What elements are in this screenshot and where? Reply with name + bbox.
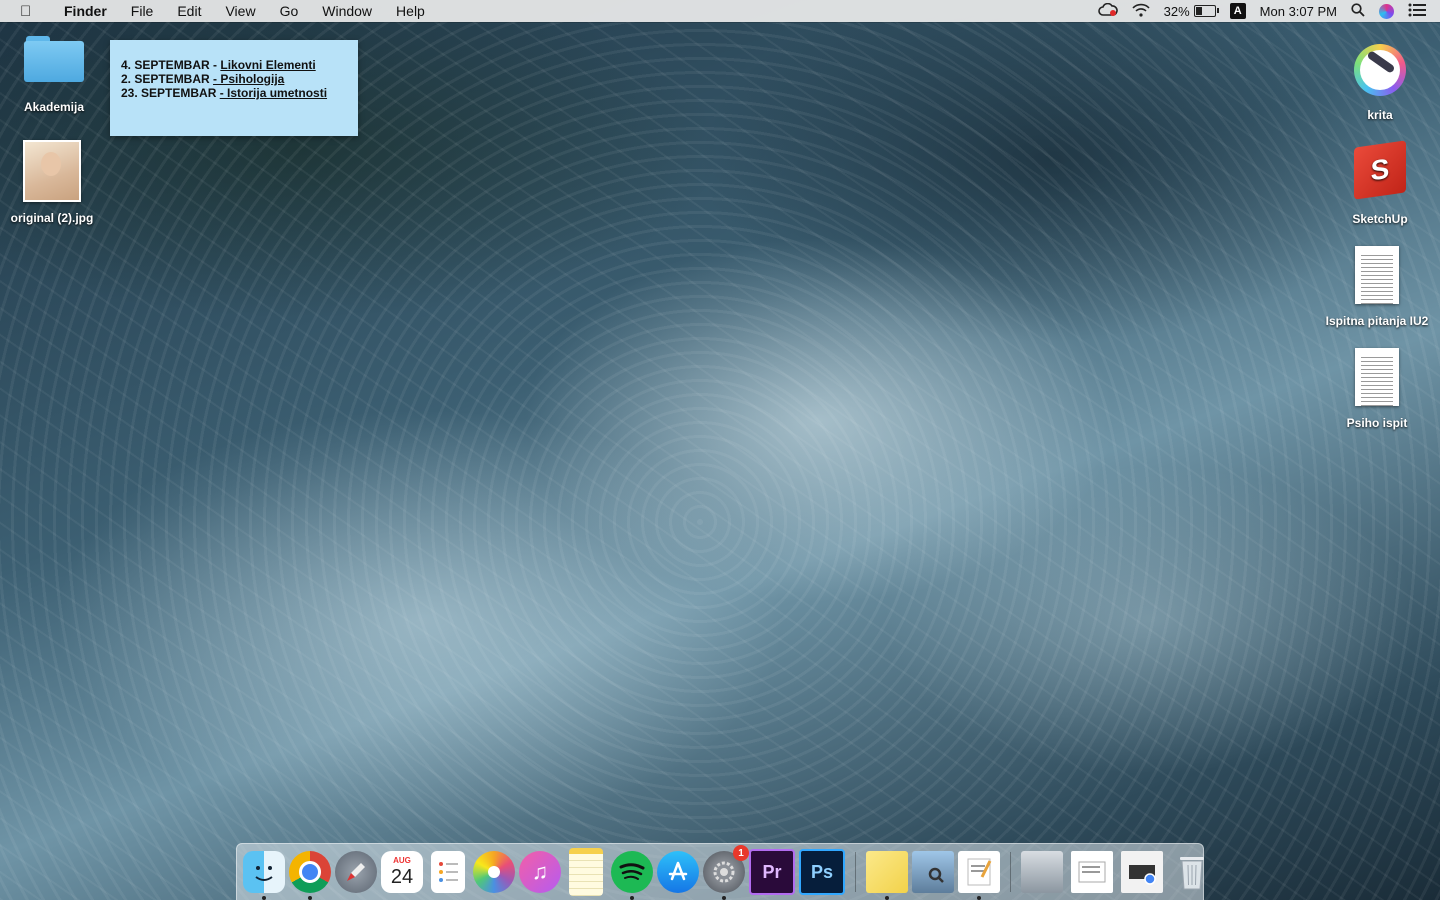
sticky-line: 23. SEPTEMBAR - Istorija umetnosti <box>121 86 328 100</box>
desktop-folder-akademija[interactable]: Akademija <box>14 36 94 114</box>
dock: AUG 24 ♫ 1 Pr Ps <box>236 843 1204 900</box>
premiere-pro-icon[interactable]: Pr <box>749 849 795 895</box>
menu-bar:  Finder File Edit View Go Window Help 3… <box>0 0 1440 22</box>
notification-center-icon[interactable] <box>1408 3 1426 20</box>
itunes-icon[interactable]: ♫ <box>519 851 561 893</box>
desktop-icon-label: SketchUp <box>1352 212 1408 226</box>
dock-separator <box>1010 852 1011 892</box>
wifi-icon[interactable] <box>1132 3 1150 20</box>
spotify-icon[interactable] <box>611 851 653 900</box>
app-store-icon[interactable] <box>657 851 699 893</box>
chrome-icon[interactable] <box>289 851 331 900</box>
reminders-icon[interactable] <box>431 851 465 893</box>
notes-icon[interactable] <box>569 848 603 896</box>
downloads-stack-icon[interactable] <box>1021 851 1063 893</box>
photoshop-icon[interactable]: Ps <box>799 849 845 895</box>
battery-icon <box>1193 5 1219 17</box>
app-menu-finder[interactable]: Finder <box>52 0 119 22</box>
spotlight-search-icon[interactable] <box>1351 2 1365 20</box>
sticky-line: 2. SEPTEMBAR - Psihologija <box>121 72 285 86</box>
menu-go[interactable]: Go <box>268 0 311 22</box>
system-preferences-icon[interactable]: 1 <box>703 845 749 900</box>
desktop-icon-label: Akademija <box>23 100 85 114</box>
battery-status[interactable]: 32% <box>1163 3 1219 19</box>
image-thumbnail <box>23 140 81 202</box>
input-source-icon[interactable]: A <box>1229 3 1246 19</box>
menu-help[interactable]: Help <box>384 0 437 22</box>
menu-file[interactable]: File <box>119 0 166 22</box>
menu-edit[interactable]: Edit <box>165 0 213 22</box>
desktop-app-sketchup[interactable]: SketchUp <box>1340 140 1420 226</box>
krita-icon <box>1354 44 1406 96</box>
desktop-icon-label: Ispitna pitanja IU2 <box>1325 314 1429 328</box>
recent-apps-stack-icon[interactable] <box>1121 851 1163 893</box>
photos-icon[interactable] <box>473 851 515 893</box>
document-icon <box>1355 348 1399 406</box>
battery-percent: 32% <box>1163 3 1190 19</box>
documents-stack-icon[interactable] <box>1071 851 1113 893</box>
folder-icon <box>24 36 84 82</box>
stickies-icon[interactable] <box>866 851 908 900</box>
calendar-month: AUG <box>393 856 411 865</box>
preview-icon[interactable] <box>912 851 954 893</box>
apple-menu-icon[interactable]:  <box>20 3 38 20</box>
sticky-line: 4. SEPTEMBAR - Likovni Elementi <box>121 58 316 72</box>
calendar-icon[interactable]: AUG 24 <box>381 851 423 893</box>
menu-view[interactable]: View <box>213 0 267 22</box>
creative-cloud-icon[interactable] <box>1097 2 1118 20</box>
dock-separator <box>855 852 856 892</box>
desktop-file-psiho-ispit[interactable]: Psiho ispit <box>1337 348 1417 430</box>
desktop-app-krita[interactable]: krita <box>1340 44 1420 122</box>
clock[interactable]: Mon 3:07 PM <box>1260 4 1337 19</box>
desktop-icon-label: krita <box>1367 108 1393 122</box>
calendar-day: 24 <box>390 866 414 888</box>
desktop-icon-label: Psiho ispit <box>1346 416 1408 430</box>
finder-icon[interactable] <box>243 851 285 900</box>
siri-icon[interactable] <box>1379 3 1394 19</box>
desktop-file-ispitna-pitanja[interactable]: Ispitna pitanja IU2 <box>1318 246 1436 328</box>
document-icon <box>1355 246 1399 304</box>
notification-badge: 1 <box>733 845 749 861</box>
launchpad-icon[interactable] <box>335 851 377 893</box>
trash-icon[interactable] <box>1171 851 1213 893</box>
battery-fill <box>1195 7 1203 15</box>
wallpaper-foam <box>0 22 1440 900</box>
menu-window[interactable]: Window <box>310 0 384 22</box>
textedit-icon[interactable] <box>958 851 1000 900</box>
desktop-icon-label: original (2).jpg <box>10 211 94 225</box>
sketchup-icon <box>1354 140 1406 200</box>
desktop-file-original-jpg[interactable]: original (2).jpg <box>2 140 102 225</box>
sticky-note[interactable]: 4. SEPTEMBAR - Likovni Elementi 2. SEPTE… <box>110 40 358 136</box>
